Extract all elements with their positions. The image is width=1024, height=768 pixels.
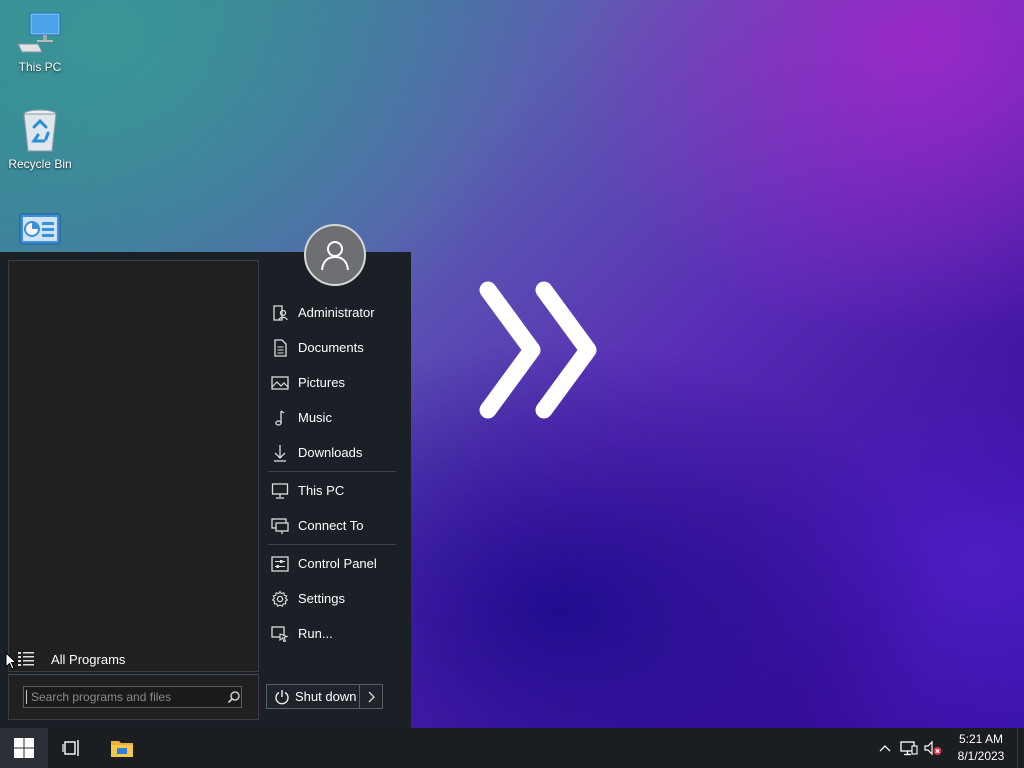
menu-item-downloads[interactable]: Downloads [262,435,402,470]
search-input[interactable] [26,690,221,704]
gear-icon [271,590,289,608]
menu-item-label: Documents [298,340,364,355]
menu-item-settings[interactable]: Settings [262,581,402,616]
recycle-bin-icon [16,107,64,155]
run-icon [271,625,289,643]
file-explorer-button[interactable] [100,728,144,768]
picture-icon [271,374,289,392]
show-desktop-button[interactable] [1017,728,1024,768]
shutdown-button[interactable]: Shut down [266,684,383,709]
menu-item-label: Music [298,410,332,425]
menu-item-label: Downloads [298,445,363,460]
shutdown-options-button[interactable] [359,685,382,708]
menu-item-administrator[interactable]: Administrator [262,295,402,330]
taskbar: 5:21 AM 8/1/2023 [0,728,1024,768]
clock[interactable]: 5:21 AM 8/1/2023 [949,731,1013,765]
search-icon[interactable] [227,690,241,704]
menu-separator [268,544,396,545]
desktop-icon-label: Recycle Bin [8,157,72,171]
clock-date: 8/1/2023 [957,749,1005,763]
menu-item-pictures[interactable]: Pictures [262,365,402,400]
task-view-button[interactable] [50,728,94,768]
volume-muted-icon [924,740,942,756]
network-connect-icon [271,517,289,535]
windows-logo-icon [14,738,34,758]
desktop-icon-recycle-bin[interactable]: Recycle Bin [0,107,80,171]
menu-separator [268,471,396,472]
shutdown-label: Shut down [295,689,357,704]
computer-icon [16,10,64,58]
menu-item-label: Run... [298,626,333,641]
desktop: This PC Recycle Bin All Programs Search … [0,0,1024,728]
list-icon [16,651,36,667]
start-button[interactable] [0,728,48,768]
programs-list-pane[interactable] [8,260,259,672]
control-panel-icon [271,555,289,573]
clock-time: 5:21 AM [958,732,1004,746]
music-note-icon [271,409,289,427]
search-area [8,674,259,720]
menu-item-label: Administrator [298,305,375,320]
wallpaper-chevron-logo [479,281,597,419]
desktop-icon-this-pc[interactable]: This PC [0,10,80,74]
volume-button[interactable] [921,728,945,768]
user-avatar-icon[interactable] [304,224,366,286]
power-icon [274,689,290,705]
mouse-cursor-icon [5,652,17,670]
all-programs-label: All Programs [51,651,126,667]
all-programs-button[interactable]: All Programs [8,644,259,674]
task-view-icon [62,740,79,756]
menu-item-run[interactable]: Run... [262,616,402,651]
file-explorer-icon [111,741,133,757]
menu-item-label: Settings [298,591,345,606]
menu-item-control-panel[interactable]: Control Panel [262,546,402,581]
download-arrow-icon [271,444,289,462]
places-list: Administrator Documents Pictures Music D… [262,295,402,651]
search-box[interactable] [23,686,242,708]
control-panel-icon [16,210,64,258]
menu-item-label: Pictures [298,375,345,390]
network-icon [900,741,918,756]
desktop-icon-label: This PC [18,60,62,74]
show-hidden-icons-button[interactable] [873,728,897,768]
menu-item-label: Connect To [298,518,364,533]
network-status-button[interactable] [897,728,921,768]
menu-item-documents[interactable]: Documents [262,330,402,365]
menu-item-connect-to[interactable]: Connect To [262,508,402,543]
document-icon [271,338,289,357]
menu-item-label: This PC [298,483,345,498]
start-menu: All Programs Search programs and files A… [0,224,411,728]
chevron-up-icon [879,745,891,752]
chevron-right-icon [368,691,375,702]
menu-item-label: Control Panel [298,556,377,571]
user-folder-icon [271,304,289,322]
menu-item-music[interactable]: Music [262,400,402,435]
monitor-icon [271,482,289,500]
menu-item-this-pc[interactable]: This PC [262,473,402,508]
system-tray: 5:21 AM 8/1/2023 [873,728,1024,768]
